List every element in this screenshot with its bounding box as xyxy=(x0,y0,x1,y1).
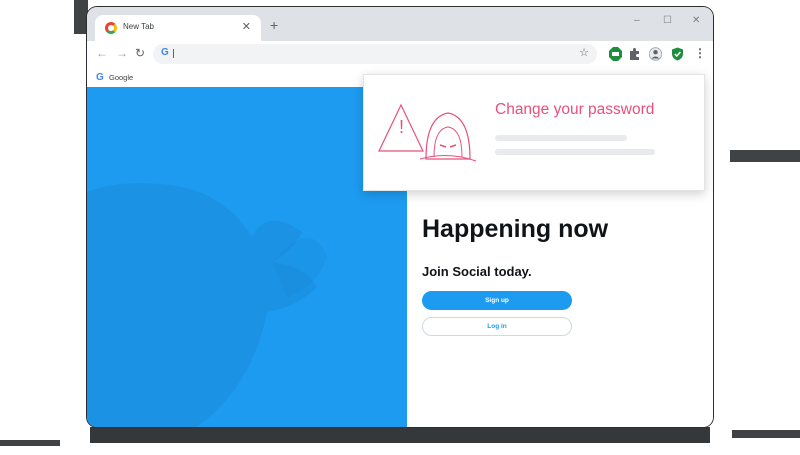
hero-image-panel xyxy=(87,87,407,427)
browser-titlebar: New Tab ✕ + – ☐ ✕ xyxy=(87,7,713,41)
profile-icon[interactable] xyxy=(649,47,662,61)
frame-shadow-right xyxy=(730,150,800,162)
login-button[interactable]: Log in xyxy=(422,317,572,336)
puzzle-extensions-icon[interactable] xyxy=(628,47,641,61)
placeholder-line-2 xyxy=(495,149,655,155)
browser-menu-button[interactable]: ⋮ xyxy=(694,46,706,60)
address-bar[interactable]: G ☆ xyxy=(153,44,597,64)
minimize-button[interactable]: – xyxy=(634,15,640,26)
browser-toolbar: ← → ↻ G ☆ ⋮ xyxy=(87,41,713,69)
bookmark-label: Google xyxy=(109,73,134,82)
text-cursor xyxy=(173,49,174,58)
tab-close-icon[interactable]: ✕ xyxy=(242,20,251,33)
shield-check-icon[interactable] xyxy=(671,47,684,61)
new-tab-button[interactable]: + xyxy=(270,17,278,33)
forward-button[interactable]: → xyxy=(116,46,128,60)
adblock-icon[interactable] xyxy=(609,47,622,61)
page-headline: Happening now xyxy=(422,215,609,243)
bird-logo-icon xyxy=(87,183,327,427)
maximize-button[interactable]: ☐ xyxy=(663,15,672,26)
frame-shadow-bottom-left xyxy=(0,440,60,446)
warning-exclamation-icon: ! xyxy=(399,117,405,137)
signup-button[interactable]: Sign up xyxy=(422,291,572,310)
placeholder-line-1 xyxy=(495,135,627,141)
frame-shadow-top-left xyxy=(74,0,88,34)
reload-button[interactable]: ↻ xyxy=(135,46,145,60)
google-g-icon: G xyxy=(96,72,104,83)
hooded-hacker-warning-icon xyxy=(378,103,477,162)
google-g-icon: G xyxy=(161,47,169,58)
password-alert-popup: ! Change your password xyxy=(363,74,705,191)
back-button[interactable]: ← xyxy=(96,46,108,60)
close-window-button[interactable]: ✕ xyxy=(692,15,700,26)
page-subheadline: Join Social today. xyxy=(422,264,532,279)
tab-title: New Tab xyxy=(123,22,154,31)
tab-new-tab[interactable]: New Tab ✕ xyxy=(95,15,261,41)
bookmark-star-icon[interactable]: ☆ xyxy=(579,46,589,59)
alert-title: Change your password xyxy=(495,101,655,118)
frame-shadow-bottom-right xyxy=(732,430,800,438)
chrome-favicon-icon xyxy=(105,22,117,34)
browser-window: New Tab ✕ + – ☐ ✕ ← → ↻ G ☆ ⋮ G Google H… xyxy=(87,7,713,427)
frame-shadow-bottom xyxy=(90,427,710,443)
